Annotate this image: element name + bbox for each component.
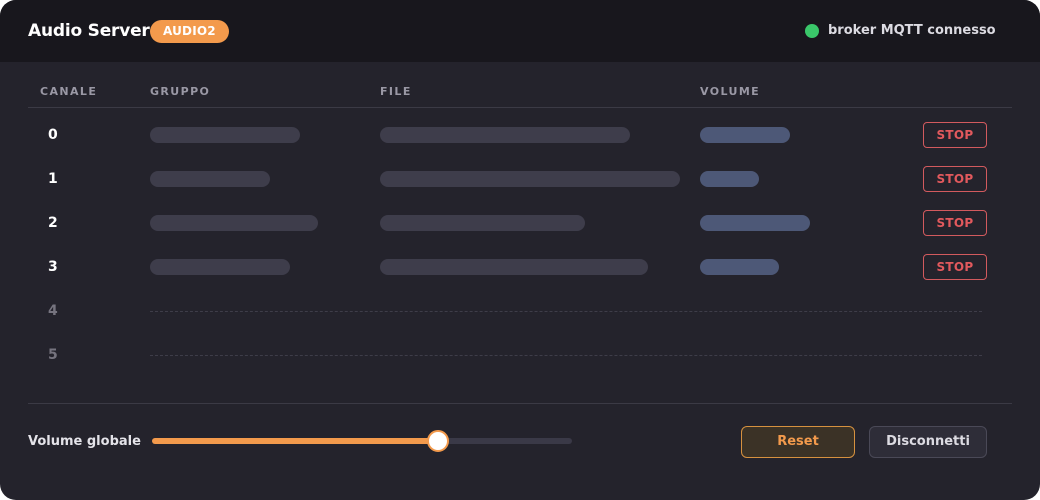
file-placeholder (380, 259, 648, 275)
group-placeholder (150, 215, 318, 231)
file-placeholder (380, 171, 680, 187)
channel-row: 0 STOP (0, 113, 1040, 157)
stop-button[interactable]: STOP (923, 210, 987, 236)
channel-volume-bar (700, 171, 759, 187)
channel-number: 4 (48, 303, 58, 319)
group-placeholder (150, 171, 270, 187)
app-title: Audio Server (28, 21, 150, 41)
channel-volume-bar (700, 259, 779, 275)
global-volume-thumb[interactable] (427, 430, 449, 452)
column-header-gruppo: GRUPPO (150, 85, 211, 98)
channel-number: 2 (48, 215, 58, 231)
empty-row-line (150, 355, 982, 356)
stop-button[interactable]: STOP (923, 166, 987, 192)
channel-number: 1 (48, 171, 58, 187)
empty-row-line (150, 311, 982, 312)
stop-button[interactable]: STOP (923, 122, 987, 148)
footer-divider (28, 403, 1012, 404)
global-volume-fill (152, 438, 438, 444)
global-volume-label: Volume globale (28, 434, 141, 449)
channel-row: 2 STOP (0, 201, 1040, 245)
device-badge: AUDIO2 (150, 20, 229, 43)
column-header-volume: VOLUME (700, 85, 761, 98)
channel-row-empty: 4 (0, 289, 1040, 333)
table-header-divider (28, 107, 1012, 108)
file-placeholder (380, 127, 630, 143)
header-bar: Audio Server AUDIO2 broker MQTT connesso (0, 0, 1040, 62)
group-placeholder (150, 259, 290, 275)
channel-volume-bar (700, 215, 810, 231)
connection-status-text: broker MQTT connesso (828, 23, 996, 38)
connection-status-icon (805, 24, 819, 38)
stop-button[interactable]: STOP (923, 254, 987, 280)
group-placeholder (150, 127, 300, 143)
channel-number: 0 (48, 127, 58, 143)
channel-row-empty: 5 (0, 333, 1040, 377)
channel-number: 3 (48, 259, 58, 275)
global-volume-slider[interactable] (152, 430, 572, 452)
file-placeholder (380, 215, 585, 231)
audio-server-window: Audio Server AUDIO2 broker MQTT connesso… (0, 0, 1040, 500)
channel-row: 3 STOP (0, 245, 1040, 289)
channel-number: 5 (48, 347, 58, 363)
disconnect-button[interactable]: Disconnetti (869, 426, 987, 458)
channel-volume-bar (700, 127, 790, 143)
column-header-file: FILE (380, 85, 412, 98)
column-header-canale: CANALE (40, 85, 98, 98)
reset-button[interactable]: Reset (741, 426, 855, 458)
channel-row: 1 STOP (0, 157, 1040, 201)
